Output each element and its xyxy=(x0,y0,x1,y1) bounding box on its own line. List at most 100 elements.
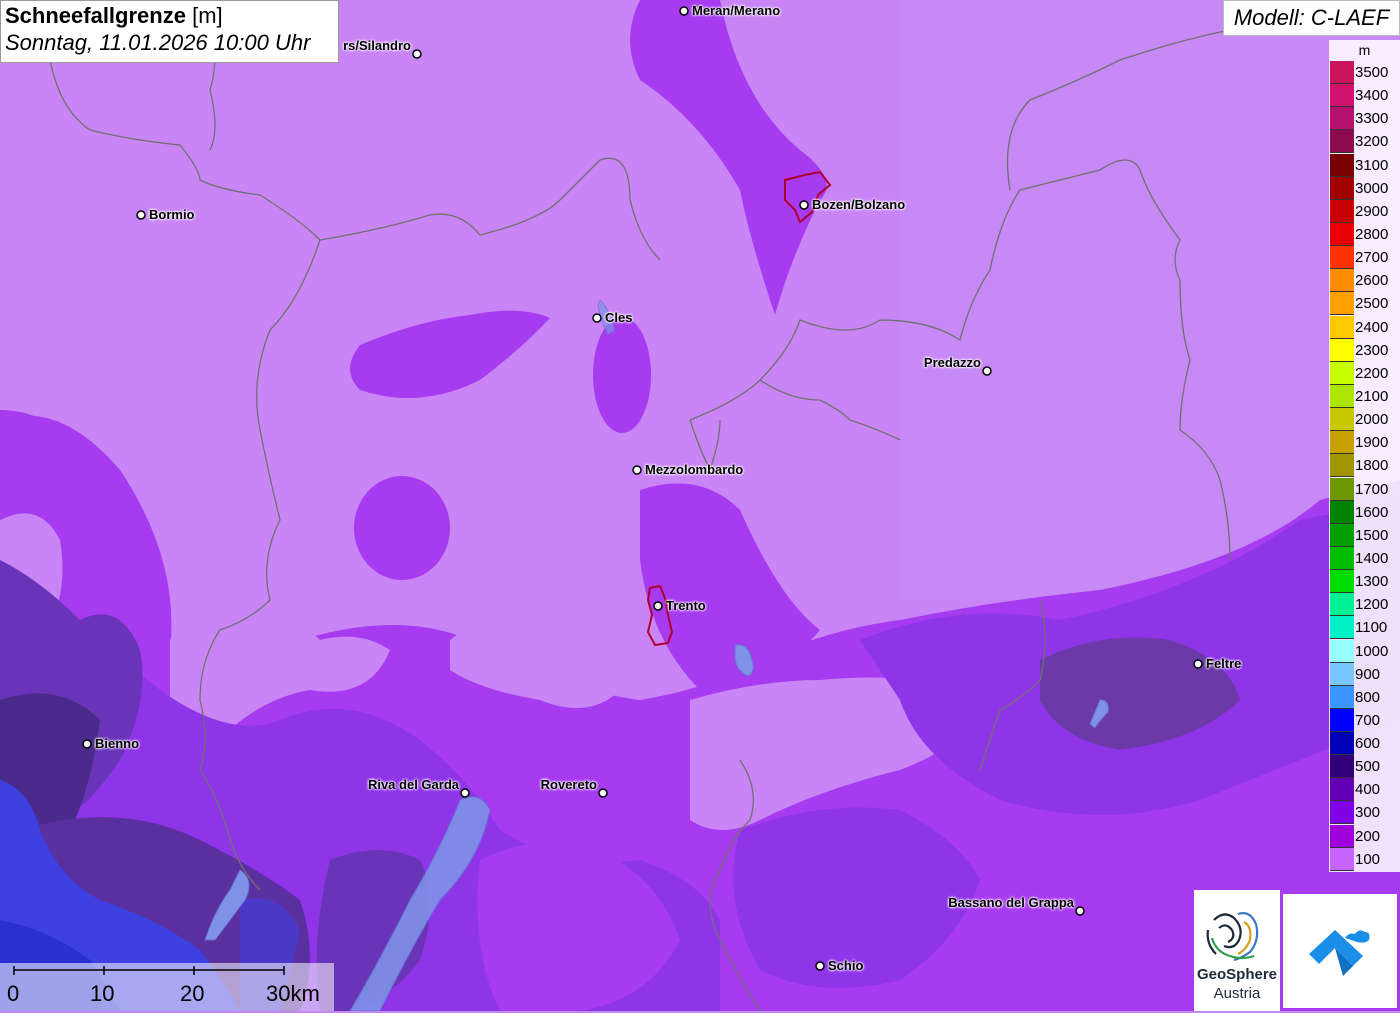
legend-swatch xyxy=(1330,61,1354,84)
legend-swatch xyxy=(1330,778,1354,802)
city-marker[interactable] xyxy=(412,49,422,59)
city-label: Bassano del Grappa xyxy=(948,895,1074,910)
legend-item: 1700 xyxy=(1329,477,1400,501)
parameter-name: Schneefallgrenze xyxy=(5,3,186,28)
city-marker[interactable] xyxy=(815,961,825,971)
legend-item: 1400 xyxy=(1329,546,1400,570)
legend-label: 1500 xyxy=(1355,526,1389,544)
legend-item: 1900 xyxy=(1329,431,1400,455)
city-label: Feltre xyxy=(1206,656,1242,671)
legend-item: 600 xyxy=(1329,732,1400,756)
legend-swatch xyxy=(1330,685,1354,709)
legend-swatch xyxy=(1330,292,1354,316)
legend-label: 200 xyxy=(1355,827,1381,845)
geosphere-austria-logo[interactable]: GeoSphere Austria xyxy=(1194,890,1280,1011)
legend-item: 1500 xyxy=(1329,523,1400,547)
city-marker[interactable] xyxy=(632,465,642,475)
legend-item: 1300 xyxy=(1329,570,1400,594)
legend-item: 700 xyxy=(1329,708,1400,732)
city-marker[interactable] xyxy=(799,200,809,210)
city-marker[interactable] xyxy=(592,313,602,323)
legend-label: 1000 xyxy=(1355,642,1389,660)
legend-label: 1100 xyxy=(1355,619,1388,637)
city-label: Meran/Merano xyxy=(692,3,781,18)
legend-label: 1700 xyxy=(1355,480,1389,498)
legend-unit: m xyxy=(1358,42,1371,58)
city-label: Trento xyxy=(666,598,706,613)
legend-label: 2100 xyxy=(1355,387,1389,405)
legend-label: 2700 xyxy=(1355,249,1389,267)
legend-swatch xyxy=(1330,361,1354,385)
legend-swatch xyxy=(1330,523,1354,547)
geosphere-emblem-icon xyxy=(1206,912,1259,962)
parameter-unit: [m] xyxy=(192,3,223,28)
legend-label: 1300 xyxy=(1355,573,1389,591)
legend-label: 2900 xyxy=(1355,202,1389,220)
legend-label: 700 xyxy=(1355,711,1381,729)
legend-swatch xyxy=(1330,384,1354,408)
legend-swatch xyxy=(1330,315,1354,339)
legend-label: 3200 xyxy=(1355,133,1389,151)
legend-swatch xyxy=(1330,708,1354,732)
legend-item: 2300 xyxy=(1329,338,1400,362)
legend-swatch xyxy=(1330,199,1354,223)
legend-item: 2500 xyxy=(1329,292,1400,316)
city-label: Riva del Garda xyxy=(367,777,459,792)
scale-bar: 0 10 20 30km xyxy=(0,963,334,1011)
legend-swatch xyxy=(1330,107,1354,131)
legend-swatch xyxy=(1330,546,1354,570)
city-marker[interactable] xyxy=(653,601,663,611)
legend-item: 1600 xyxy=(1329,500,1400,524)
city-label: rs/Silandro xyxy=(343,38,411,53)
legend-item: 300 xyxy=(1329,801,1400,825)
legend-label: 2200 xyxy=(1355,364,1389,382)
legend-swatch xyxy=(1330,246,1354,270)
legend-swatch xyxy=(1330,269,1354,293)
legend-swatch xyxy=(1330,847,1354,871)
legend-item: 900 xyxy=(1329,662,1400,686)
map-canvas[interactable] xyxy=(0,0,1400,1011)
legend-label: 2600 xyxy=(1355,272,1389,290)
legend-label: 900 xyxy=(1355,665,1381,683)
city-marker[interactable] xyxy=(1075,906,1085,916)
legend-swatch xyxy=(1330,616,1354,640)
map-title: Schneefallgrenze [m] xyxy=(5,3,334,29)
weather-app-logo[interactable] xyxy=(1283,894,1397,1008)
city-marker[interactable] xyxy=(598,788,608,798)
legend-label: 2400 xyxy=(1355,318,1389,336)
legend-item: 2900 xyxy=(1329,199,1400,223)
scale-label-10: 10 xyxy=(90,981,115,1006)
legend-label: 1600 xyxy=(1355,503,1389,521)
model-label: Modell: C-LAEF xyxy=(1223,0,1400,36)
legend-label: 300 xyxy=(1355,804,1381,822)
legend-item: 2100 xyxy=(1329,384,1400,408)
legend-swatch xyxy=(1330,755,1354,779)
legend-item: 800 xyxy=(1329,685,1400,709)
legend-label: 1400 xyxy=(1355,549,1389,567)
city-marker[interactable] xyxy=(82,739,92,749)
city-marker[interactable] xyxy=(679,6,689,16)
legend-swatch xyxy=(1330,500,1354,524)
legend-item: 2200 xyxy=(1329,361,1400,385)
legend-label: 1800 xyxy=(1355,457,1389,475)
legend-item: 3500 xyxy=(1329,61,1400,84)
legend-label: 2300 xyxy=(1355,341,1389,359)
color-legend: m 3500 3400 3300 3200 3100 3000 2900 2800 2700 26… xyxy=(1329,40,1400,872)
legend-label: 1900 xyxy=(1355,434,1389,452)
city-marker[interactable] xyxy=(982,366,992,376)
legend-swatch xyxy=(1330,570,1354,594)
legend-label: 2000 xyxy=(1355,411,1389,429)
legend-swatch xyxy=(1330,130,1354,154)
legend-item: 1100 xyxy=(1329,616,1400,640)
legend-item: 2700 xyxy=(1329,246,1400,270)
legend-label: 2500 xyxy=(1355,295,1389,313)
legend-label: 800 xyxy=(1355,688,1381,706)
city-marker[interactable] xyxy=(460,788,470,798)
city-label: Bienno xyxy=(95,736,140,751)
city-marker[interactable] xyxy=(136,210,146,220)
legend-label: 400 xyxy=(1355,781,1381,799)
city-marker[interactable] xyxy=(1193,659,1203,669)
legend-swatch xyxy=(1330,732,1354,756)
legend-label: 600 xyxy=(1355,735,1381,753)
map-title-box: Schneefallgrenze [m] Sonntag, 11.01.2026… xyxy=(0,0,339,63)
